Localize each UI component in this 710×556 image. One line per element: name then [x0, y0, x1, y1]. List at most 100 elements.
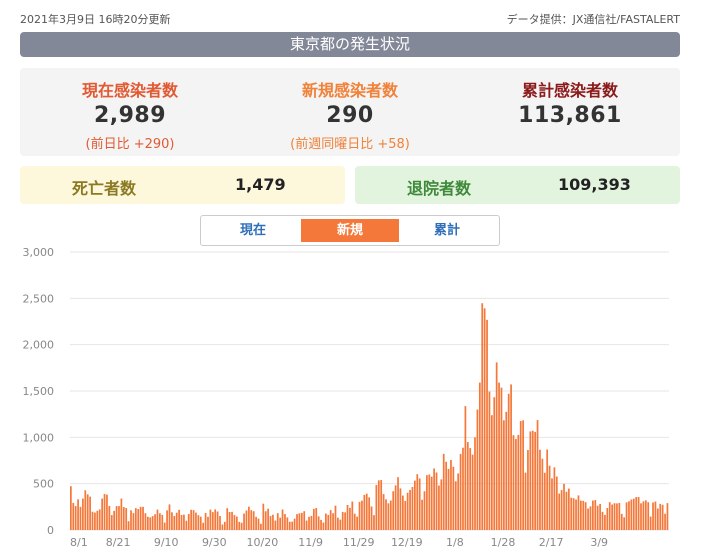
- bar: [416, 474, 419, 530]
- bar: [361, 500, 363, 530]
- bar: [221, 524, 224, 530]
- bar: [442, 453, 445, 530]
- bar: [546, 449, 549, 530]
- bar: [594, 500, 597, 530]
- bar: [565, 491, 568, 530]
- bar: [536, 420, 539, 530]
- bar: [204, 513, 207, 530]
- x-tick-label: 1/28: [491, 536, 516, 549]
- bar: [139, 506, 142, 530]
- bar: [488, 391, 491, 530]
- bar: [226, 508, 229, 530]
- bar: [317, 516, 320, 530]
- new-infected-value: 290: [326, 103, 374, 128]
- deaths-box: 死亡者数 1,479: [20, 166, 345, 204]
- bar: [618, 503, 621, 530]
- bar: [423, 491, 426, 530]
- bar: [392, 491, 395, 530]
- bar: [279, 517, 282, 530]
- stats-panel: 現在感染者数 2,989 (前日比 +290) 新規感染者数 290 (前週同曜…: [20, 68, 680, 156]
- bar: [228, 512, 231, 530]
- data-source-credit: データ提供：JX通信社/FASTALERT: [506, 13, 680, 26]
- bar: [373, 515, 375, 530]
- chart-bars: [70, 303, 669, 530]
- bar: [325, 513, 327, 530]
- bar: [478, 382, 481, 530]
- bar: [471, 454, 474, 530]
- bar: [438, 485, 440, 530]
- bar: [334, 505, 337, 530]
- tab-total[interactable]: 累計: [398, 219, 496, 242]
- bar: [79, 506, 82, 530]
- bar: [647, 502, 650, 530]
- bar: [582, 500, 585, 530]
- bar: [115, 506, 118, 530]
- bar: [522, 420, 524, 530]
- bar: [127, 521, 130, 530]
- bar: [515, 438, 517, 530]
- bar: [512, 435, 515, 530]
- bar: [649, 516, 652, 530]
- bar: [72, 502, 75, 530]
- current-infected-label: 現在感染者数: [81, 81, 178, 100]
- bar: [630, 499, 633, 530]
- bar: [262, 503, 265, 530]
- bar: [130, 510, 132, 530]
- bar: [122, 507, 125, 530]
- recovered-box: 退院者数 109,393: [355, 166, 680, 204]
- bar: [276, 513, 279, 530]
- bar: [82, 498, 84, 530]
- bar: [486, 319, 488, 530]
- bar: [238, 521, 241, 530]
- chart-gridlines: [70, 251, 669, 531]
- bar: [257, 518, 260, 530]
- total-infected-label: 累計感染者数: [521, 81, 618, 100]
- y-tick-label: 1,500: [23, 385, 55, 398]
- recovered-label: 退院者数: [407, 179, 472, 198]
- bar: [505, 411, 508, 530]
- bar: [570, 497, 573, 530]
- bar: [272, 514, 274, 530]
- tab-new[interactable]: 新規: [301, 219, 399, 242]
- bar: [320, 519, 322, 530]
- bar: [243, 513, 245, 530]
- bar: [414, 480, 416, 530]
- bar: [303, 511, 306, 530]
- bar: [592, 500, 594, 530]
- bar: [483, 308, 486, 530]
- bar: [134, 508, 137, 530]
- bar: [250, 510, 253, 530]
- bar: [89, 496, 91, 530]
- bar: [185, 520, 188, 530]
- bar: [555, 476, 558, 530]
- bar: [397, 477, 399, 530]
- bar: [596, 505, 599, 530]
- bar: [635, 497, 638, 530]
- bar: [91, 511, 94, 530]
- bar: [445, 461, 448, 530]
- deaths-label: 死亡者数: [72, 179, 137, 198]
- bar: [156, 509, 159, 530]
- x-tick-label: 2/17: [539, 536, 564, 549]
- bar: [144, 513, 147, 530]
- x-tick-label: 11/29: [343, 536, 375, 549]
- x-tick-label: 11/9: [298, 536, 323, 549]
- bar: [108, 505, 111, 530]
- bar: [339, 519, 342, 530]
- recovered-value: 109,393: [558, 175, 631, 194]
- bar: [192, 510, 195, 530]
- tab-current[interactable]: 現在: [204, 219, 302, 242]
- bar: [120, 498, 123, 530]
- bar: [608, 502, 611, 530]
- bar: [575, 499, 577, 530]
- bar: [183, 514, 185, 530]
- bar: [613, 503, 616, 530]
- bar: [589, 506, 592, 530]
- bar: [604, 514, 606, 530]
- bar: [517, 434, 520, 530]
- bar: [291, 521, 294, 530]
- bar: [298, 513, 301, 530]
- bar: [86, 494, 89, 530]
- bar: [353, 513, 356, 530]
- bar: [267, 508, 269, 530]
